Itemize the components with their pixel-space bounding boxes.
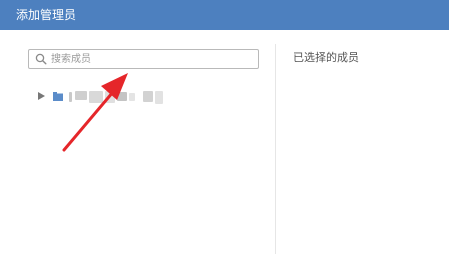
dialog-title: 添加管理员 xyxy=(16,8,77,22)
selected-members-pane: 已选择的成员 xyxy=(276,30,449,254)
selected-members-label: 已选择的成员 xyxy=(293,51,359,64)
member-picker-pane xyxy=(0,30,275,254)
add-admin-dialog: 添加管理员 搜索成员 已选择的成员 xyxy=(0,0,449,254)
org-tree-root[interactable] xyxy=(38,89,178,105)
caret-right-icon[interactable] xyxy=(38,92,45,100)
search-icon xyxy=(35,53,47,65)
dialog-header: 添加管理员 xyxy=(0,0,449,30)
folder-icon xyxy=(53,92,63,101)
search-input[interactable] xyxy=(51,51,251,67)
search-box[interactable] xyxy=(28,49,259,69)
